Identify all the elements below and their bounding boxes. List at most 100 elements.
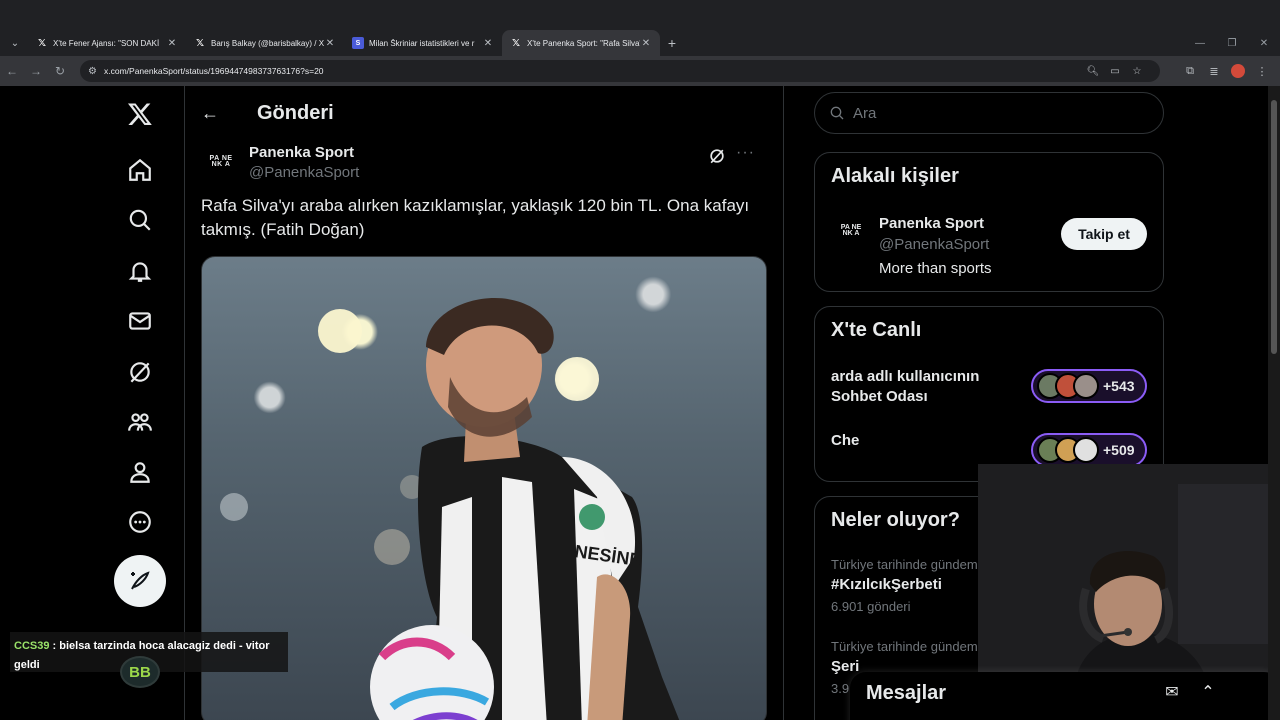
streamer-webcam-image bbox=[978, 464, 1280, 692]
messages-drawer[interactable]: Mesajlar ✉ ⌃ bbox=[850, 672, 1280, 720]
close-window-icon[interactable]: ✕ bbox=[1248, 38, 1280, 49]
bookmark-star-icon[interactable]: ☆ bbox=[1126, 66, 1148, 77]
page-title: Gönderi bbox=[257, 101, 334, 124]
reload-icon[interactable]: ↻ bbox=[48, 64, 72, 78]
more-circle-icon[interactable] bbox=[120, 502, 160, 542]
space-join-pill[interactable]: +509 bbox=[1031, 433, 1147, 467]
webcam-overlay bbox=[978, 464, 1280, 692]
search-placeholder: Ara bbox=[853, 104, 877, 122]
communities-icon[interactable] bbox=[120, 402, 160, 442]
space-title[interactable]: Che bbox=[831, 431, 1011, 451]
tweet-header: PA NE NK A Panenka Sport @PanenkaSport ·… bbox=[201, 142, 769, 182]
person-handle[interactable]: @PanenkaSport bbox=[879, 236, 989, 253]
card-title: Alakalı kişiler bbox=[831, 165, 959, 187]
restore-icon[interactable]: ❐ bbox=[1216, 38, 1248, 49]
feather-icon bbox=[131, 571, 150, 590]
tab-search-dropdown[interactable]: ⌄ bbox=[2, 30, 28, 56]
new-tab-button[interactable]: + bbox=[660, 35, 684, 51]
card-title: Neler oluyor? bbox=[831, 509, 960, 531]
site-info-icon[interactable]: ⚙ bbox=[88, 66, 104, 77]
profile-icon[interactable] bbox=[120, 452, 160, 492]
space-title[interactable]: arda adlı kullanıcının Sohbet Odası bbox=[831, 367, 1011, 407]
milan-icon: S bbox=[352, 37, 364, 49]
trend-category: Türkiye tarihinde gündem bbox=[831, 557, 978, 572]
chat-badge-logo: BB bbox=[120, 656, 160, 688]
panenka-logo: PA NE NK A bbox=[840, 224, 862, 237]
collapse-up-icon[interactable]: ⌃ bbox=[1190, 682, 1226, 702]
profile-avatar-icon[interactable] bbox=[1231, 64, 1245, 78]
x-icon: 𝕏 bbox=[511, 37, 521, 49]
url-text[interactable]: x.com/PanenkaSport/status/19694474983737… bbox=[104, 66, 324, 76]
tab-title: Milan Škriniar istatistikleri ve r bbox=[369, 38, 475, 48]
tab-title: X'te Panenka Sport: "Rafa Silva' bbox=[527, 38, 640, 48]
tab-close-icon[interactable]: ✕ bbox=[324, 38, 336, 49]
left-sidebar bbox=[110, 86, 170, 720]
card-title: X'te Canlı bbox=[831, 319, 922, 341]
person-name[interactable]: Panenka Sport bbox=[879, 215, 984, 232]
more-options-icon[interactable]: ··· bbox=[736, 144, 755, 162]
scrollbar-thumb[interactable] bbox=[1271, 100, 1277, 354]
trend-post-count: 3.9 bbox=[831, 681, 850, 696]
browser-tab-active[interactable]: 𝕏 X'te Panenka Sport: "Rafa Silva' ✕ bbox=[502, 30, 660, 56]
panenka-logo: PA NE NK A bbox=[209, 155, 233, 168]
browser-toolbar: ← → ↻ ⚙ x.com/PanenkaSport/status/196944… bbox=[0, 56, 1280, 86]
back-arrow-icon[interactable]: ← bbox=[201, 103, 221, 124]
window-controls: — ❐ ✕ bbox=[1184, 30, 1280, 56]
author-name[interactable]: Panenka Sport bbox=[249, 144, 354, 161]
grok-icon[interactable] bbox=[120, 352, 160, 392]
page-header: ← Gönderi bbox=[185, 86, 783, 140]
author-handle[interactable]: @PanenkaSport bbox=[249, 164, 359, 181]
x-icon: 𝕏 bbox=[37, 37, 47, 49]
tab-close-icon[interactable]: ✕ bbox=[482, 38, 494, 49]
tab-close-icon[interactable]: ✕ bbox=[166, 38, 178, 49]
author-avatar[interactable]: PA NE NK A bbox=[205, 146, 237, 178]
listener-avatar bbox=[1073, 373, 1099, 399]
browser-tab[interactable]: 𝕏 X'te Fener Ajansı: "SON DAKİ ✕ bbox=[28, 30, 186, 56]
drawer-actions: ✉ ⌃ bbox=[1154, 682, 1226, 702]
tab-strip: ⌄ 𝕏 X'te Fener Ajansı: "SON DAKİ ✕ 𝕏 Bar… bbox=[0, 30, 1280, 56]
space-join-pill[interactable]: +543 bbox=[1031, 369, 1147, 403]
person-avatar[interactable]: PA NE NK A bbox=[835, 215, 867, 247]
search-input[interactable]: Ara bbox=[814, 92, 1164, 134]
explore-search-icon[interactable] bbox=[120, 200, 160, 240]
tab-close-icon[interactable]: ✕ bbox=[640, 38, 652, 49]
new-message-icon[interactable]: ✉ bbox=[1154, 682, 1190, 702]
space-listener-count: +509 bbox=[1103, 442, 1135, 458]
page-scrollbar[interactable] bbox=[1268, 86, 1280, 720]
home-icon[interactable] bbox=[120, 150, 160, 190]
messages-drawer-title: Mesajlar bbox=[866, 682, 947, 704]
notifications-bell-icon[interactable] bbox=[120, 251, 160, 291]
messages-envelope-icon[interactable] bbox=[120, 301, 160, 341]
x-logo-icon[interactable] bbox=[120, 94, 160, 134]
trend-category: Türkiye tarihinde gündem bbox=[831, 639, 978, 654]
browser-tab[interactable]: S Milan Škriniar istatistikleri ve r ✕ bbox=[344, 30, 502, 56]
cast-icon[interactable]: ▭ bbox=[1104, 66, 1126, 77]
trend-name[interactable]: #KızılcıkŞerbeti bbox=[831, 576, 942, 593]
tab-title: Barış Balkay (@barisbalkay) / X bbox=[211, 38, 324, 48]
reading-list-icon[interactable]: ≣ bbox=[1202, 65, 1226, 78]
tweet-text: Rafa Silva'yı araba alırken kazıklamışla… bbox=[201, 196, 750, 239]
extensions-icon[interactable]: ⧉ bbox=[1178, 65, 1202, 78]
trend-name[interactable]: Şeri bbox=[831, 658, 859, 675]
minimize-icon[interactable]: — bbox=[1184, 38, 1216, 49]
tab-title: X'te Fener Ajansı: "SON DAKİ bbox=[53, 38, 160, 48]
x-icon: 𝕏 bbox=[195, 37, 205, 49]
space-listener-count: +543 bbox=[1103, 378, 1135, 394]
zoom-icon[interactable]: 🔍︎ bbox=[1082, 66, 1104, 77]
address-bar[interactable]: ⚙ x.com/PanenkaSport/status/196944749837… bbox=[80, 60, 1160, 82]
live-spaces-card: X'te Canlı arda adlı kullanıcının Sohbet… bbox=[814, 306, 1164, 482]
grok-explain-icon[interactable] bbox=[707, 146, 727, 166]
back-nav-icon[interactable]: ← bbox=[0, 64, 24, 78]
omnibox-actions: 🔍︎ ▭ ☆ bbox=[1082, 60, 1148, 82]
toolbar-right: ⧉ ≣ ⋮ bbox=[1178, 60, 1274, 82]
browser-menu-icon[interactable]: ⋮ bbox=[1250, 65, 1274, 78]
relevant-people-card: Alakalı kişiler PA NE NK A Panenka Sport… bbox=[814, 152, 1164, 292]
x-page: ← Gönderi PA NE NK A Panenka Sport @Pane… bbox=[0, 86, 1280, 720]
person-bio: More than sports bbox=[879, 260, 992, 277]
follow-button[interactable]: Takip et bbox=[1061, 218, 1147, 250]
main-column: ← Gönderi PA NE NK A Panenka Sport @Pane… bbox=[185, 86, 783, 720]
search-icon bbox=[830, 106, 844, 120]
browser-tab[interactable]: 𝕏 Barış Balkay (@barisbalkay) / X ✕ bbox=[186, 30, 344, 56]
compose-post-button[interactable] bbox=[114, 555, 166, 607]
forward-nav-icon[interactable]: → bbox=[24, 64, 48, 78]
